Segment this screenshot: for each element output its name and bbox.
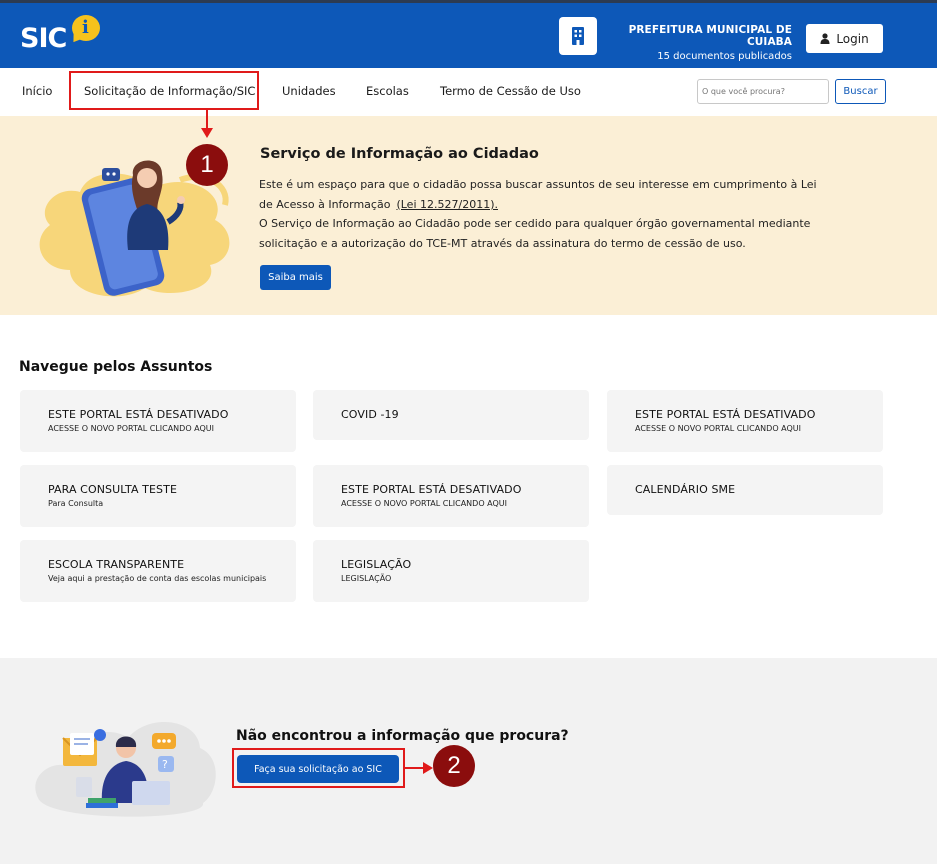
topic-card[interactable]: ESTE PORTAL ESTÁ DESATIVADO ACESSE O NOV…: [20, 390, 296, 452]
saiba-mais-button[interactable]: Saiba mais: [260, 265, 331, 290]
annotation-box-2: [232, 748, 405, 788]
topic-card[interactable]: COVID -19: [313, 390, 589, 440]
annotation-box-1: [69, 71, 259, 110]
sic-logo[interactable]: i SIC: [20, 15, 104, 55]
topic-card-subtitle: ACESSE O NOVO PORTAL CLICANDO AQUI: [48, 424, 215, 433]
logo-badge: i: [82, 17, 89, 38]
topics-title: Navegue pelos Assuntos: [19, 359, 213, 375]
annotation-marker-2: 2: [433, 745, 475, 787]
hero-text-2: O Serviço de Informação ao Cidadão pode …: [259, 217, 811, 250]
topic-card[interactable]: CALENDÁRIO SME: [607, 465, 883, 515]
topic-card-title: PARA CONSULTA TESTE: [48, 483, 177, 496]
nav-item-inicio[interactable]: Início: [22, 84, 52, 98]
building-icon: [559, 17, 597, 55]
topic-card-title: LEGISLAÇÃO: [341, 558, 412, 571]
topic-card-subtitle: LEGISLAÇÃO: [341, 574, 392, 583]
topic-card-subtitle: ACESSE O NOVO PORTAL CLICANDO AQUI: [341, 499, 508, 508]
nav-item-escolas[interactable]: Escolas: [366, 84, 409, 98]
annotation-arrowhead-2: [423, 762, 433, 774]
hero-description: Este é um espaço para que o cidadão poss…: [259, 175, 819, 253]
annotation-marker-1: 1: [186, 144, 228, 186]
topic-card-title: ESTE PORTAL ESTÁ DESATIVADO: [635, 408, 816, 421]
topic-card-subtitle: ACESSE O NOVO PORTAL CLICANDO AQUI: [635, 424, 802, 433]
topic-card[interactable]: ESCOLA TRANSPARENTE Veja aqui a prestaçã…: [20, 540, 296, 602]
hero-title: Serviço de Informação ao Cidadao: [260, 146, 539, 162]
login-button[interactable]: Login: [806, 24, 883, 53]
hero-text-1: Este é um espaço para que o cidadão poss…: [259, 178, 817, 211]
top-bar: i SIC PREFEITURA MUNICIPAL DE CUIABA 15 …: [0, 0, 937, 68]
topic-card[interactable]: PARA CONSULTA TESTE Para Consulta: [20, 465, 296, 527]
topic-card-title: CALENDÁRIO SME: [635, 483, 736, 496]
topic-card[interactable]: ESTE PORTAL ESTÁ DESATIVADO ACESSE O NOV…: [607, 390, 883, 452]
documents-count: 15 documentos publicados: [657, 51, 792, 62]
login-label: Login: [836, 31, 869, 46]
support-illustration: ?: [35, 721, 216, 817]
topic-card-title: ESCOLA TRANSPARENTE: [48, 558, 185, 571]
not-found-title: Não encontrou a informação que procura?: [236, 728, 569, 744]
annotation-arrowhead-1: [201, 128, 213, 138]
topic-card-title: COVID -19: [341, 408, 399, 421]
nav-item-termo[interactable]: Termo de Cessão de Uso: [440, 84, 581, 98]
nav-item-unidades[interactable]: Unidades: [282, 84, 336, 98]
topic-card[interactable]: LEGISLAÇÃO LEGISLAÇÃO: [313, 540, 589, 602]
organization-info: PREFEITURA MUNICIPAL DE CUIABA 15 docume…: [600, 24, 792, 62]
topic-card-title: ESTE PORTAL ESTÁ DESATIVADO: [341, 483, 522, 496]
law-link[interactable]: (Lei 12.527/2011).: [396, 198, 498, 211]
topic-card-subtitle: Para Consulta: [48, 499, 104, 508]
svg-text:?: ?: [162, 758, 168, 771]
hero-banner: Serviço de Informação ao Cidadao Este é …: [0, 116, 937, 315]
organization-name: PREFEITURA MUNICIPAL DE CUIABA: [628, 24, 792, 48]
search-input[interactable]: [697, 79, 829, 104]
logo-text: SIC: [20, 23, 67, 54]
user-icon: [820, 33, 830, 44]
topic-card-subtitle: Veja aqui a prestação de conta das escol…: [48, 574, 267, 583]
topic-card[interactable]: ESTE PORTAL ESTÁ DESATIVADO ACESSE O NOV…: [313, 465, 589, 527]
search-button[interactable]: Buscar: [835, 79, 886, 104]
topic-card-title: ESTE PORTAL ESTÁ DESATIVADO: [48, 408, 229, 421]
